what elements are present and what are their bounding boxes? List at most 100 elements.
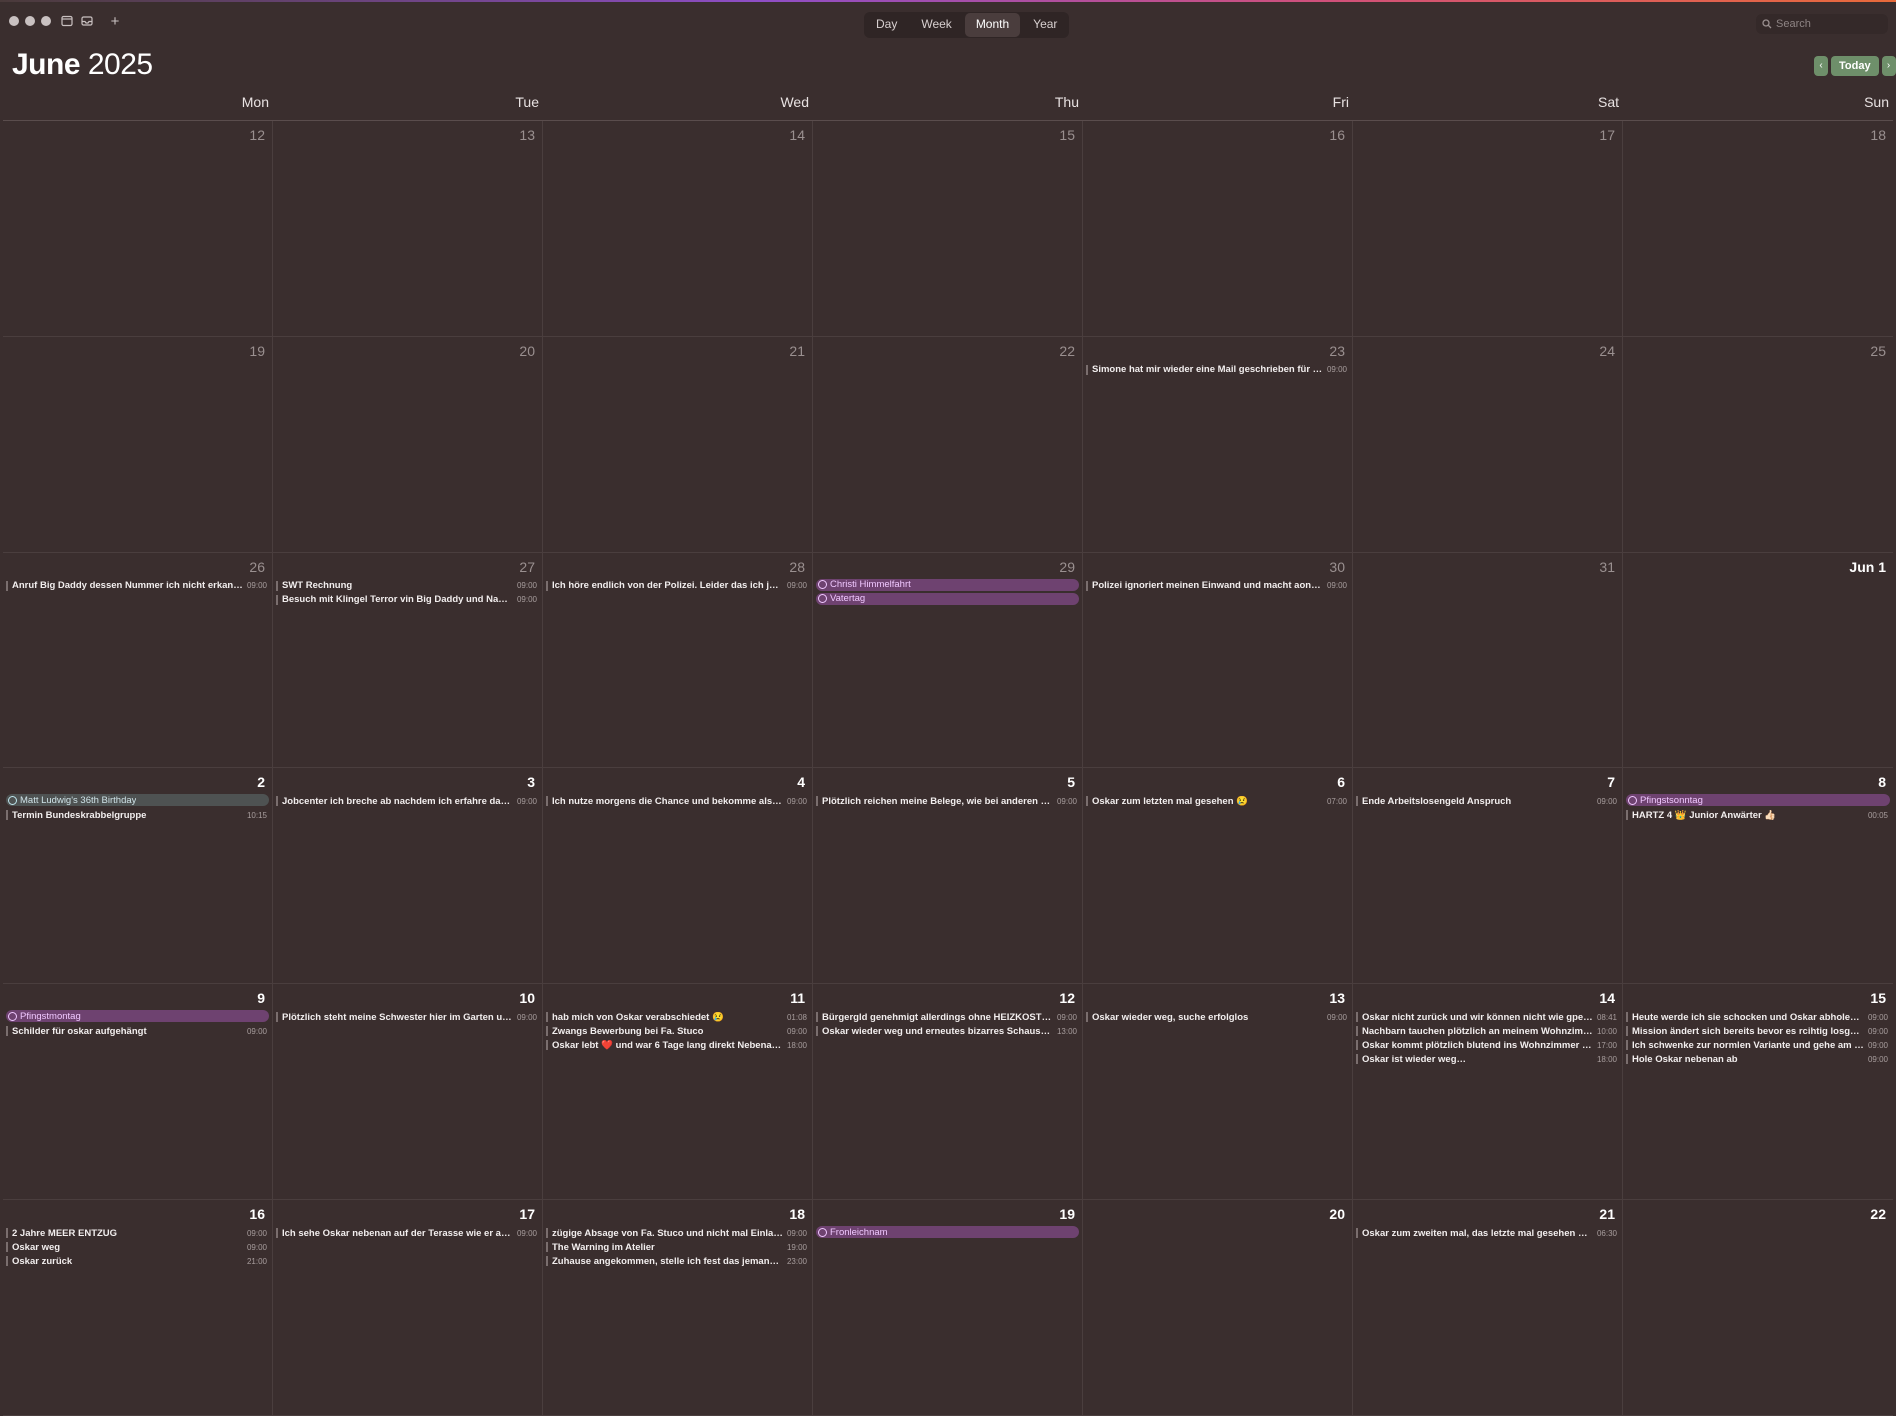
calendars-list-icon[interactable] xyxy=(58,12,76,30)
day-cell[interactable]: 22 xyxy=(813,336,1083,553)
calendar-event[interactable]: Hole Oskar nebenan ab 09:00 xyxy=(1626,1052,1890,1066)
calendar-event[interactable]: Anruf Big Daddy dessen Nummer ich nicht … xyxy=(6,579,269,593)
day-cell[interactable]: 20 xyxy=(1083,1200,1353,1416)
calendar-event[interactable]: Oskar zurück 21:00 xyxy=(6,1254,269,1268)
day-cell[interactable]: 3 Jobcenter ich breche ab nachdem ich erf… xyxy=(273,768,543,985)
calendar-event[interactable]: Zuhause angekommen, stelle ich fest das … xyxy=(546,1254,809,1268)
day-cell[interactable]: 8 Pfingstsonntag HARTZ 4 👑 Junior Anwärter… xyxy=(1623,768,1893,985)
zoom-window-button[interactable] xyxy=(41,16,51,26)
view-day-button[interactable]: Day xyxy=(865,13,908,37)
calendar-event[interactable]: Ich höre endlich von der Polizei. Leider… xyxy=(546,579,809,593)
search-input[interactable] xyxy=(1776,18,1876,30)
calendar-event[interactable]: 2 Jahre MEER ENTZUG 09:00 xyxy=(6,1226,269,1240)
day-cell[interactable]: 28 Ich höre endlich von der Polizei. Leid… xyxy=(543,552,813,769)
close-window-button[interactable] xyxy=(9,16,19,26)
day-cell[interactable]: 15 xyxy=(813,121,1083,337)
day-cell[interactable]: 15 Heute werde ich sie schocken und Oskar… xyxy=(1623,984,1893,1201)
day-cell[interactable]: 17 Ich sehe Oskar nebenan auf der Terasse… xyxy=(273,1200,543,1416)
day-cell[interactable]: Jun 1 xyxy=(1623,553,1893,769)
day-cell[interactable]: 23 Simone hat mir wieder eine Mail geschr… xyxy=(1083,336,1353,553)
calendar-event[interactable]: Heute werde ich sie schocken und Oskar a… xyxy=(1626,1010,1890,1024)
calendar-event[interactable]: Oskar wieder weg, suche erfolglos 09:00 xyxy=(1086,1010,1349,1024)
calendar-event[interactable]: SWT Rechnung 09:00 xyxy=(276,579,539,593)
holiday-event[interactable]: Christi Himmelfahrt xyxy=(816,578,1079,591)
calendar-event[interactable]: Oskar zum letzten mal gesehen 😢 07:00 xyxy=(1086,794,1349,808)
view-month-button[interactable]: Month xyxy=(964,13,1021,37)
day-cell[interactable]: 12 xyxy=(3,121,273,337)
view-week-button[interactable]: Week xyxy=(910,13,962,37)
day-cell[interactable]: 14 xyxy=(543,121,813,337)
calendar-event[interactable]: Oskar lebt ❤️ und war 6 Tage lang direkt… xyxy=(546,1038,809,1052)
holiday-event[interactable]: Vatertag xyxy=(816,592,1079,605)
day-cell[interactable]: 31 xyxy=(1353,552,1623,769)
minimize-window-button[interactable] xyxy=(25,16,35,26)
today-button[interactable]: Today xyxy=(1831,56,1879,76)
calendar-event[interactable]: Polizei ignoriert meinen Einwand und mac… xyxy=(1086,579,1349,593)
calendar-event[interactable]: Ende Arbeitslosengeld Anspruch 09:00 xyxy=(1356,794,1619,808)
day-cell[interactable]: 11 hab mich von Oskar verabschiedet 😢 01:0… xyxy=(543,984,813,1201)
calendar-event[interactable]: zügige Absage von Fa. Stuco und nicht ma… xyxy=(546,1226,809,1240)
holiday-event[interactable]: Fronleichnam xyxy=(816,1226,1079,1239)
day-cell[interactable]: 29 Christi Himmelfahrt Vatertag xyxy=(813,552,1083,769)
calendar-event[interactable]: HARTZ 4 👑 Junior Anwärter 👍🏻 00:05 xyxy=(1626,808,1890,822)
calendar-event[interactable]: hab mich von Oskar verabschiedet 😢 01:08 xyxy=(546,1010,809,1024)
day-cell[interactable]: 30 Polizei ignoriert meinen Einwand und m… xyxy=(1083,552,1353,769)
day-cell[interactable]: 22 xyxy=(1623,1200,1893,1416)
inbox-icon[interactable] xyxy=(78,12,96,30)
holiday-event[interactable]: Pfingstmontag xyxy=(6,1010,269,1023)
calendar-event[interactable]: Oskar zum zweiten mal, das letzte mal ge… xyxy=(1356,1226,1619,1240)
calendar-event[interactable]: Termin Bundeskrabbelgruppe 10:15 xyxy=(6,808,269,822)
calendar-event[interactable]: Bürgergld genehmigt allerdings ohne HEIZ… xyxy=(816,1010,1079,1024)
previous-month-button[interactable]: ‹ xyxy=(1814,56,1828,76)
day-cell[interactable]: 14 Oskar nicht zurück und wir können nich… xyxy=(1353,984,1623,1201)
day-cell[interactable]: 17 xyxy=(1353,121,1623,337)
next-month-button[interactable]: › xyxy=(1881,56,1896,76)
day-cell[interactable]: 7 Ende Arbeitslosengeld Anspruch 09:00 xyxy=(1353,768,1623,985)
day-cell[interactable]: 18 zügige Absage von Fa. Stuco und nicht … xyxy=(543,1200,813,1416)
birthday-event[interactable]: Matt Ludwig's 36th Birthday xyxy=(6,794,269,807)
day-cell[interactable]: 20 xyxy=(273,336,543,553)
calendar-event[interactable]: Oskar ist wieder weg… 18:00 xyxy=(1356,1052,1619,1066)
view-year-button[interactable]: Year xyxy=(1022,13,1068,37)
calendar-event[interactable]: Schilder für oskar aufgehängt 09:00 xyxy=(6,1024,269,1038)
add-event-icon[interactable]: + xyxy=(106,12,124,30)
calendar-event[interactable]: Oskar nicht zurück und wir können nicht … xyxy=(1356,1010,1619,1024)
calendar-event[interactable]: Simone hat mir wieder eine Mail geschrie… xyxy=(1086,363,1349,377)
calendar-event[interactable]: Besuch mit Klingel Terror vin Big Daddy … xyxy=(276,593,539,607)
search-field[interactable] xyxy=(1756,14,1888,34)
day-cell[interactable]: 2 Matt Ludwig's 36th Birthday Termin Bunde… xyxy=(3,768,273,985)
calendar-event[interactable]: Mission ändert sich bereits bevor es rci… xyxy=(1626,1024,1890,1038)
day-cell[interactable]: 13 Oskar wieder weg, suche erfolglos 09:00 xyxy=(1083,984,1353,1201)
day-cell[interactable]: 21 Oskar zum zweiten mal, das letzte mal … xyxy=(1353,1200,1623,1416)
day-cell[interactable]: 10 Plötzlich steht meine Schwester hier i… xyxy=(273,984,543,1201)
day-cell[interactable]: 24 xyxy=(1353,336,1623,553)
day-cell[interactable]: 6 Oskar zum letzten mal gesehen 😢 07:00 xyxy=(1083,768,1353,985)
calendar-event[interactable]: Ich nutze morgens die Chance und bekomme… xyxy=(546,794,809,808)
day-cell[interactable]: 18 xyxy=(1623,121,1893,337)
day-cell[interactable]: 9 Pfingstmontag Schilder für oskar aufgehä… xyxy=(3,984,273,1201)
calendar-event[interactable]: Oskar wieder weg und erneutes bizarres S… xyxy=(816,1024,1079,1038)
day-cell[interactable]: 19 Fronleichnam xyxy=(813,1200,1083,1416)
calendar-event[interactable]: Ich sehe Oskar nebenan auf der Terasse w… xyxy=(276,1226,539,1240)
calendar-event[interactable]: Oskar kommt plötzlich blutend ins Wohnzi… xyxy=(1356,1038,1619,1052)
day-cell[interactable]: 21 xyxy=(543,336,813,553)
day-cell[interactable]: 16 2 Jahre MEER ENTZUG 09:00 Oskar weg 09:00… xyxy=(3,1200,273,1416)
calendar-event[interactable]: Nachbarn tauchen plötzlich an meinem Woh… xyxy=(1356,1024,1619,1038)
calendar-event[interactable]: Oskar weg 09:00 xyxy=(6,1240,269,1254)
calendar-event[interactable]: Plötzlich reichen meine Belege, wie bei … xyxy=(816,794,1079,808)
day-cell[interactable]: 5 Plötzlich reichen meine Belege, wie bei… xyxy=(813,768,1083,985)
day-cell[interactable]: 27 SWT Rechnung 09:00 Besuch mit Klingel Te… xyxy=(273,552,543,769)
day-cell[interactable]: 4 Ich nutze morgens die Chance und bekomm… xyxy=(543,768,813,985)
calendar-event[interactable]: Zwangs Bewerbung bei Fa. Stuco 09:00 xyxy=(546,1024,809,1038)
day-cell[interactable]: 26 Anruf Big Daddy dessen Nummer ich nich… xyxy=(3,552,273,769)
day-cell[interactable]: 13 xyxy=(273,121,543,337)
calendar-event[interactable]: Plötzlich steht meine Schwester hier im … xyxy=(276,1010,539,1024)
day-cell[interactable]: 12 Bürgergld genehmigt allerdings ohne HE… xyxy=(813,984,1083,1201)
calendar-event[interactable]: Ich schwenke zur normlen Variante und ge… xyxy=(1626,1038,1890,1052)
calendar-event[interactable]: The Warning im Atelier 19:00 xyxy=(546,1240,809,1254)
day-cell[interactable]: 25 xyxy=(1623,337,1893,553)
holiday-event[interactable]: Pfingstsonntag xyxy=(1626,794,1890,807)
calendar-event[interactable]: Jobcenter ich breche ab nachdem ich erfa… xyxy=(276,794,539,808)
day-cell[interactable]: 19 xyxy=(3,336,273,553)
day-cell[interactable]: 16 xyxy=(1083,121,1353,337)
